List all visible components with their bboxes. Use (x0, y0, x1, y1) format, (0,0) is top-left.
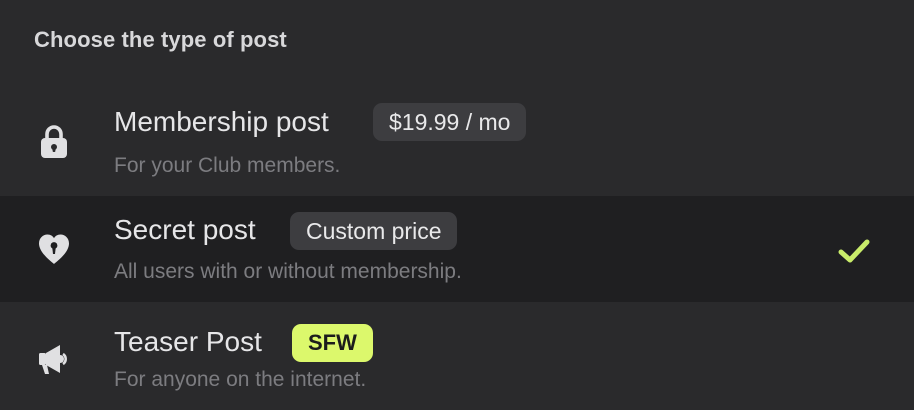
panel-title: Choose the type of post (34, 27, 287, 52)
option-description: For anyone on the internet. (114, 368, 367, 391)
option-title: Secret post (114, 214, 256, 245)
option-title: Membership post (114, 106, 329, 137)
option-description: All users with or without membership. (114, 260, 462, 283)
post-type-panel: Choose the type of post Membership post … (0, 0, 914, 410)
keyhole-heart-icon (39, 234, 69, 264)
option-description: For your Club members. (114, 154, 341, 177)
lock-icon (41, 125, 67, 158)
price-badge: $19.99 / mo (373, 103, 527, 141)
price-badge: Custom price (290, 212, 458, 250)
sfw-badge: SFW (292, 324, 373, 362)
option-membership-post[interactable]: Membership post $19.99 / mo For your Clu… (0, 88, 914, 194)
option-teaser-post[interactable]: Teaser Post SFW For anyone on the intern… (0, 304, 914, 410)
option-title: Teaser Post (114, 326, 262, 357)
checkmark-icon (838, 239, 870, 263)
option-secret-post[interactable]: Secret post Custom price All users with … (0, 196, 914, 302)
megaphone-icon (39, 345, 67, 374)
